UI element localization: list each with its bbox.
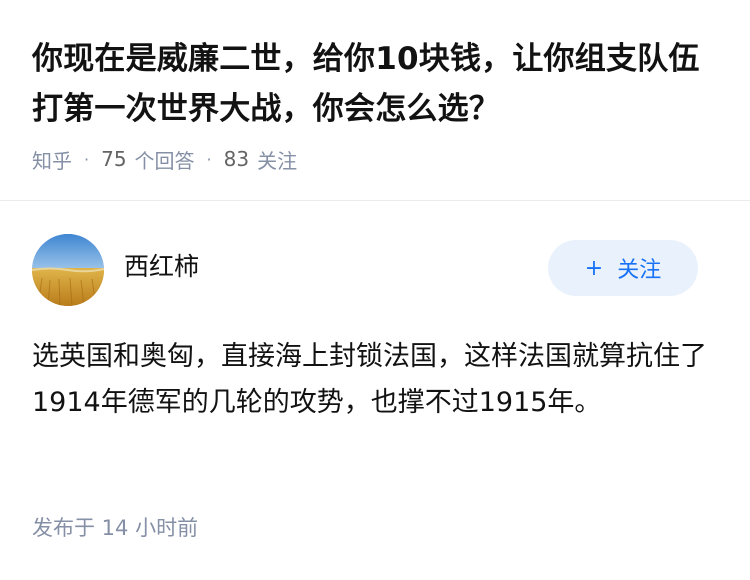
question-header: 你现在是威廉二世，给你10块钱，让你组支队伍打第一次世界大战，你会怎么选？ 知乎… bbox=[0, 0, 750, 201]
answer-publish-time: 发布于 14 小时前 bbox=[32, 516, 199, 540]
answer-count: 75 bbox=[101, 147, 127, 171]
follower-count: 83 bbox=[223, 147, 250, 171]
wheat-field-sky-image bbox=[32, 234, 104, 306]
meta-separator: · bbox=[84, 149, 90, 169]
source-label[interactable]: 知乎 bbox=[32, 145, 72, 174]
question-title[interactable]: 你现在是威廉二世，给你10块钱，让你组支队伍打第一次世界大战，你会怎么选？ bbox=[32, 34, 722, 134]
follow-button-label: 关注 bbox=[617, 258, 662, 283]
answer-content[interactable]: 选英国和奥匈，直接海上封锁法国，这样法国就算抗住了1914年德军的几轮的攻势，也… bbox=[32, 334, 712, 426]
follow-button[interactable]: + 关注 bbox=[548, 240, 698, 296]
author-name[interactable]: 西红柿 bbox=[124, 250, 199, 284]
answer-count-label[interactable]: 个回答 bbox=[135, 145, 195, 174]
author-row: 西红柿 + 关注 bbox=[32, 232, 698, 308]
plus-icon: + bbox=[584, 255, 604, 281]
question-meta: 知乎 · 75 个回答 · 83 关注 bbox=[32, 142, 297, 176]
avatar[interactable] bbox=[32, 234, 104, 306]
follower-count-label[interactable]: 关注 bbox=[257, 145, 297, 174]
meta-separator: · bbox=[206, 149, 212, 169]
